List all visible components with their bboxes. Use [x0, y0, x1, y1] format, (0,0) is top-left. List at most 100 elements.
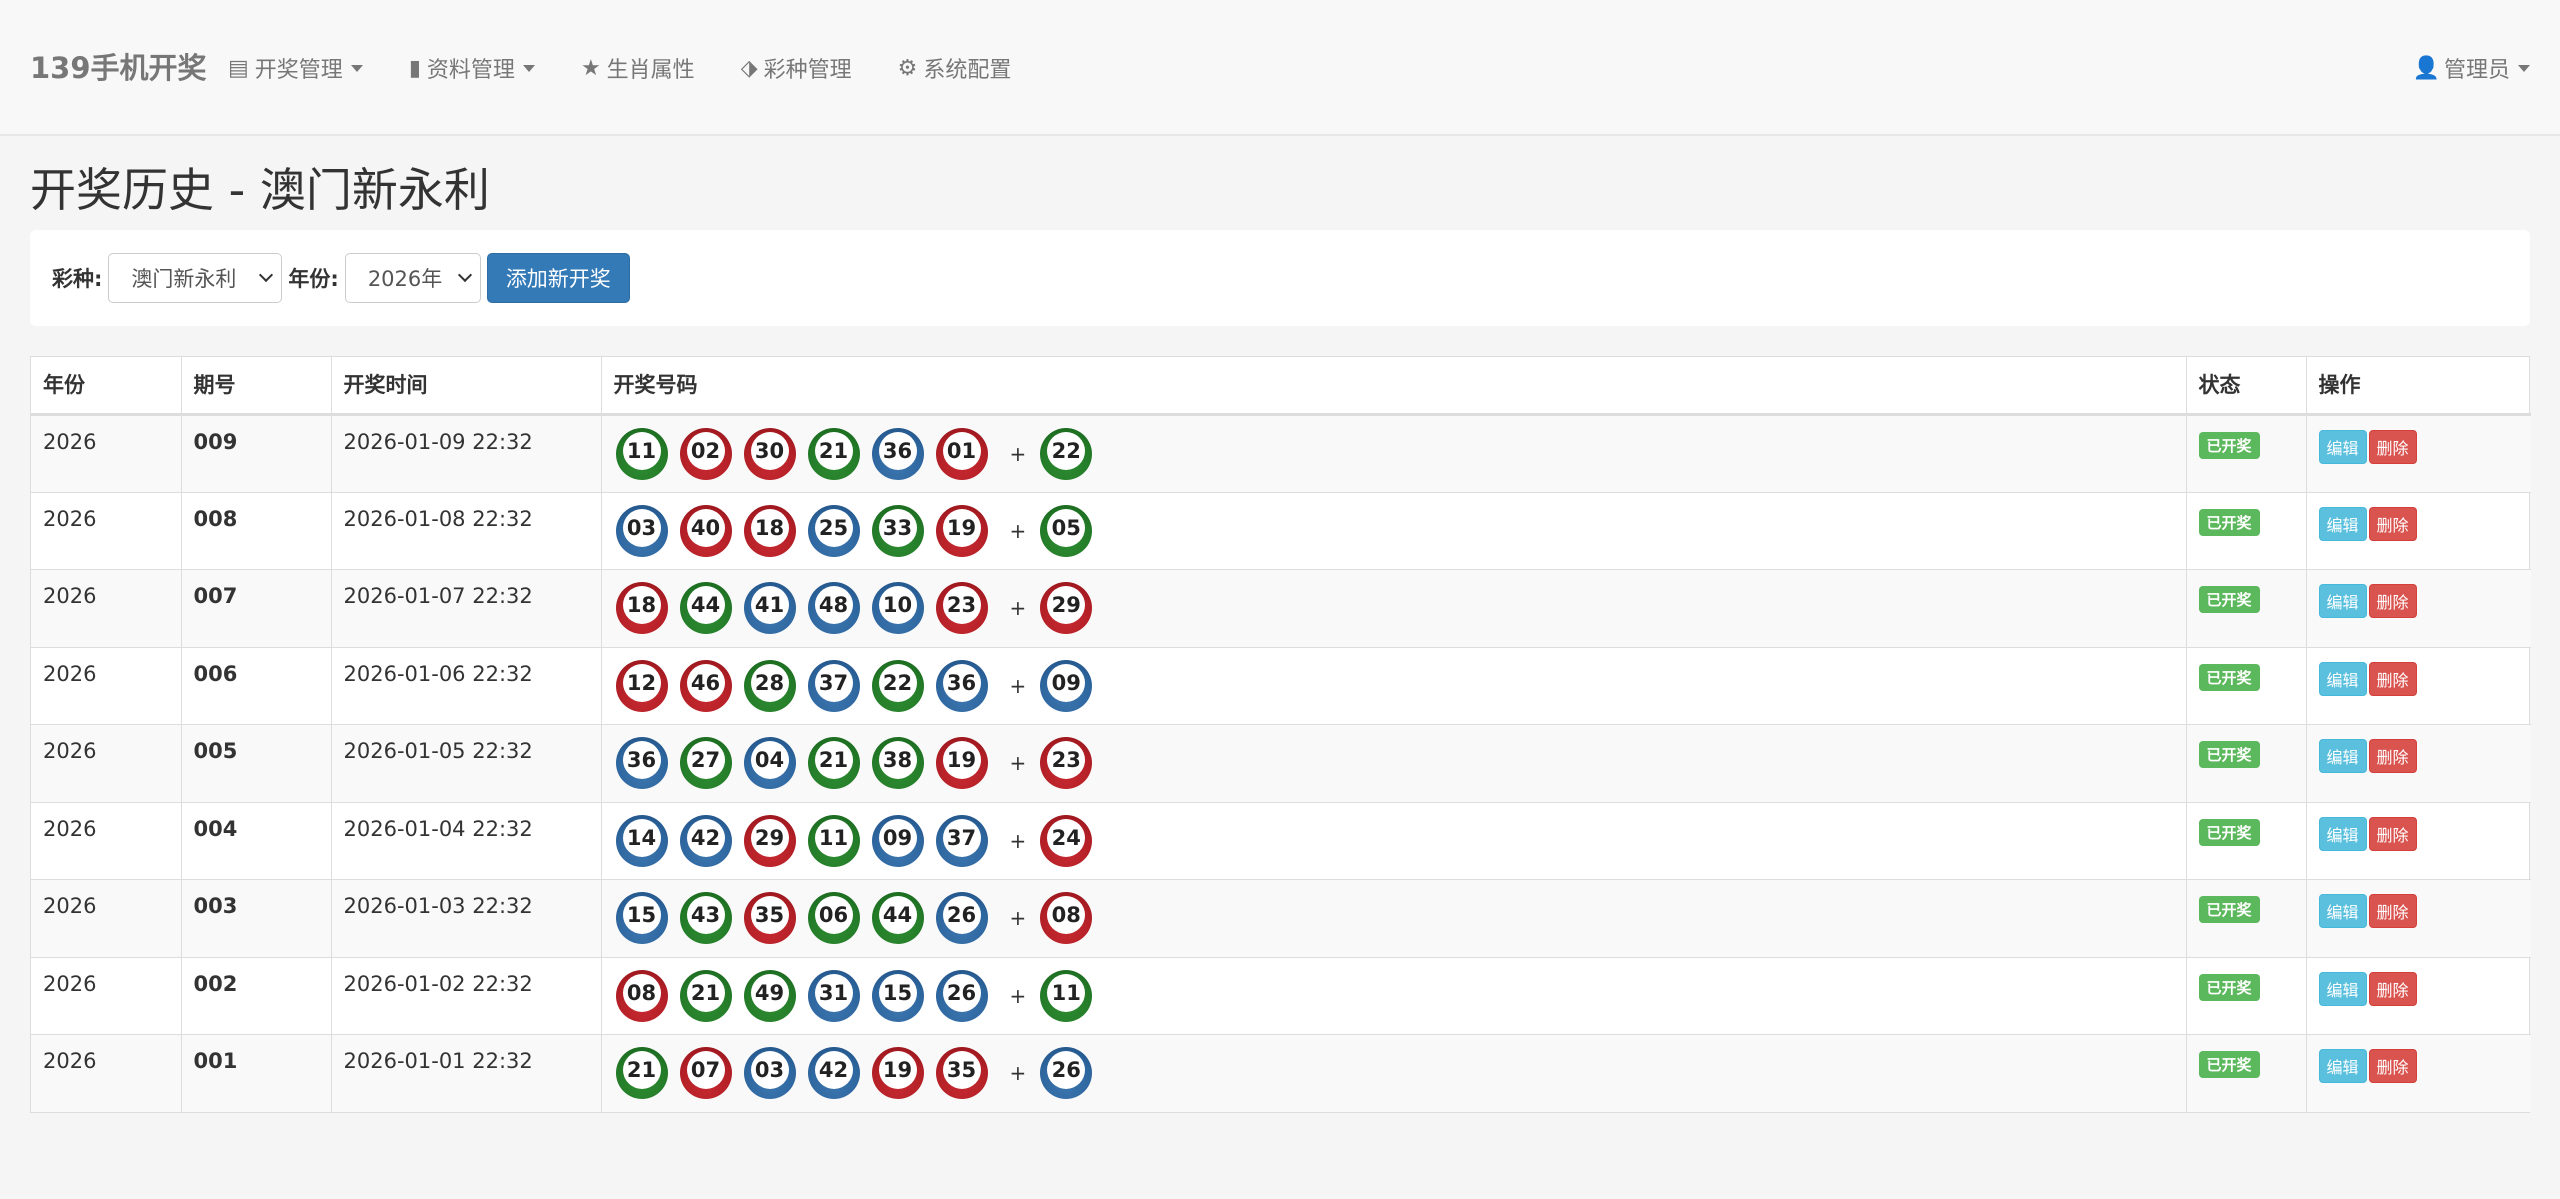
number-ball: 10: [871, 582, 924, 634]
delete-button[interactable]: 删除: [2368, 661, 2417, 696]
ball-number: 11: [1047, 973, 1086, 1012]
year-select[interactable]: 2026年: [344, 253, 481, 303]
cell-year: 2026: [31, 802, 182, 880]
cell-draw-time: 2026-01-09 22:32: [331, 414, 602, 493]
delete-button[interactable]: 删除: [2368, 506, 2417, 541]
nav-zodiac-attributes[interactable]: ★ 生肖属性: [581, 52, 695, 84]
number-ball: 30: [743, 428, 796, 480]
add-draw-button[interactable]: 添加新开奖: [486, 253, 630, 303]
ball-number: 21: [814, 432, 853, 470]
number-ball: 07: [679, 1047, 732, 1099]
user-menu[interactable]: 👤 管理员: [2413, 0, 2530, 136]
ball-number: 38: [878, 741, 917, 779]
nav-label: 开奖管理: [254, 58, 343, 83]
table-row: 2026 004 2026-01-04 22:32 14 42 29 11 09 37 +24 已开…: [31, 802, 2531, 880]
number-ball: 11: [807, 814, 860, 867]
number-ball: 44: [871, 892, 924, 944]
ball-number: 28: [750, 663, 789, 702]
edit-button[interactable]: 编辑: [2318, 816, 2367, 851]
ball-number: 01: [942, 432, 981, 470]
cell-year: 2026: [31, 492, 182, 570]
chevron-down-icon: [259, 267, 274, 283]
cell-draw-time: 2026-01-06 22:32: [331, 647, 602, 725]
number-ball: 23: [935, 582, 988, 634]
number-ball: 02: [679, 428, 732, 480]
number-ball: 48: [807, 582, 860, 634]
ball-number: 35: [942, 1051, 981, 1089]
cell-draw-time: 2026-01-07 22:32: [331, 569, 602, 648]
cell-actions: 编辑 删除: [2306, 879, 2531, 958]
number-ball: 35: [935, 1047, 988, 1099]
table-header-row: 年份 期号 开奖时间 开奖号码 状态 操作: [31, 357, 2531, 416]
cell-draw-time: 2026-01-08 22:32: [331, 492, 602, 570]
brand-logo[interactable]: 139手机开奖: [30, 0, 207, 136]
header-status: 状态: [2186, 357, 2307, 416]
delete-button[interactable]: 删除: [2368, 1049, 2417, 1083]
edit-button[interactable]: 编辑: [2318, 584, 2367, 618]
cell-status: 已开奖: [2186, 724, 2307, 803]
edit-button[interactable]: 编辑: [2318, 971, 2367, 1006]
cell-year: 2026: [31, 957, 182, 1035]
header-issue: 期号: [181, 357, 332, 416]
ball-number: 29: [750, 818, 789, 857]
table-row: 2026 007 2026-01-07 22:32 18 44 41 48 10 23 +29 已开…: [31, 569, 2531, 648]
cell-status: 已开奖: [2186, 957, 2307, 1035]
ball-number: 26: [942, 973, 981, 1012]
ball-number: 15: [622, 896, 661, 934]
special-number-ball: 11: [1040, 969, 1093, 1022]
number-ball: 26: [935, 969, 988, 1022]
number-ball: 27: [679, 737, 732, 789]
lottery-select[interactable]: 澳门新永利: [108, 253, 283, 303]
caret-down-icon: [2518, 64, 2530, 72]
ball-number: 26: [1047, 1051, 1086, 1089]
delete-button[interactable]: 删除: [2368, 971, 2417, 1006]
cell-actions: 编辑 删除: [2306, 414, 2531, 493]
special-number-ball: 22: [1040, 428, 1093, 480]
cell-status: 已开奖: [2186, 492, 2307, 570]
plus-sign: +: [1009, 442, 1027, 466]
user-icon: 👤: [2412, 55, 2440, 81]
caret-down-icon: [350, 64, 363, 72]
number-ball: 42: [679, 814, 732, 867]
edit-button[interactable]: 编辑: [2318, 506, 2367, 541]
ball-number: 49: [750, 973, 789, 1012]
cell-draw-time: 2026-01-05 22:32: [331, 724, 602, 803]
number-ball: 26: [935, 892, 988, 944]
cell-issue: 003: [181, 879, 332, 958]
special-number-ball: 09: [1040, 659, 1093, 712]
number-ball: 03: [615, 504, 668, 557]
cell-issue: 005: [181, 724, 332, 803]
number-ball: 44: [679, 582, 732, 634]
number-ball: 01: [935, 428, 988, 480]
number-ball: 06: [807, 892, 860, 944]
edit-button[interactable]: 编辑: [2318, 1049, 2367, 1083]
edit-button[interactable]: 编辑: [2318, 739, 2367, 773]
number-balls: 14 42 29 11 09 37 +24: [615, 814, 2174, 867]
number-ball: 31: [807, 969, 860, 1022]
delete-button[interactable]: 删除: [2368, 584, 2417, 618]
ball-number: 24: [1047, 818, 1086, 857]
ball-number: 02: [686, 432, 725, 470]
nav-data-management[interactable]: ▮ 资料管理: [409, 52, 535, 84]
ball-number: 44: [686, 586, 725, 624]
status-badge: 已开奖: [2198, 663, 2260, 691]
number-ball: 42: [807, 1047, 860, 1099]
cell-year: 2026: [31, 647, 182, 725]
nav-draw-management[interactable]: ▤ 开奖管理: [228, 52, 363, 84]
edit-button[interactable]: 编辑: [2318, 661, 2367, 696]
cell-issue: 002: [181, 957, 332, 1035]
nav-lottery-types[interactable]: ⬗ 彩种管理: [741, 52, 852, 84]
number-ball: 21: [807, 737, 860, 789]
number-ball: 19: [935, 504, 988, 557]
lottery-select-value: 澳门新永利: [131, 267, 237, 291]
delete-button[interactable]: 删除: [2368, 894, 2417, 928]
delete-button[interactable]: 删除: [2368, 739, 2417, 773]
edit-button[interactable]: 编辑: [2318, 894, 2367, 928]
delete-button[interactable]: 删除: [2368, 816, 2417, 851]
edit-button[interactable]: 编辑: [2318, 430, 2367, 464]
gear-icon: ⚙: [897, 55, 918, 81]
ball-number: 21: [686, 973, 725, 1012]
number-ball: 09: [871, 814, 924, 867]
nav-system-config[interactable]: ⚙ 系统配置: [898, 52, 1012, 84]
delete-button[interactable]: 删除: [2368, 430, 2417, 464]
